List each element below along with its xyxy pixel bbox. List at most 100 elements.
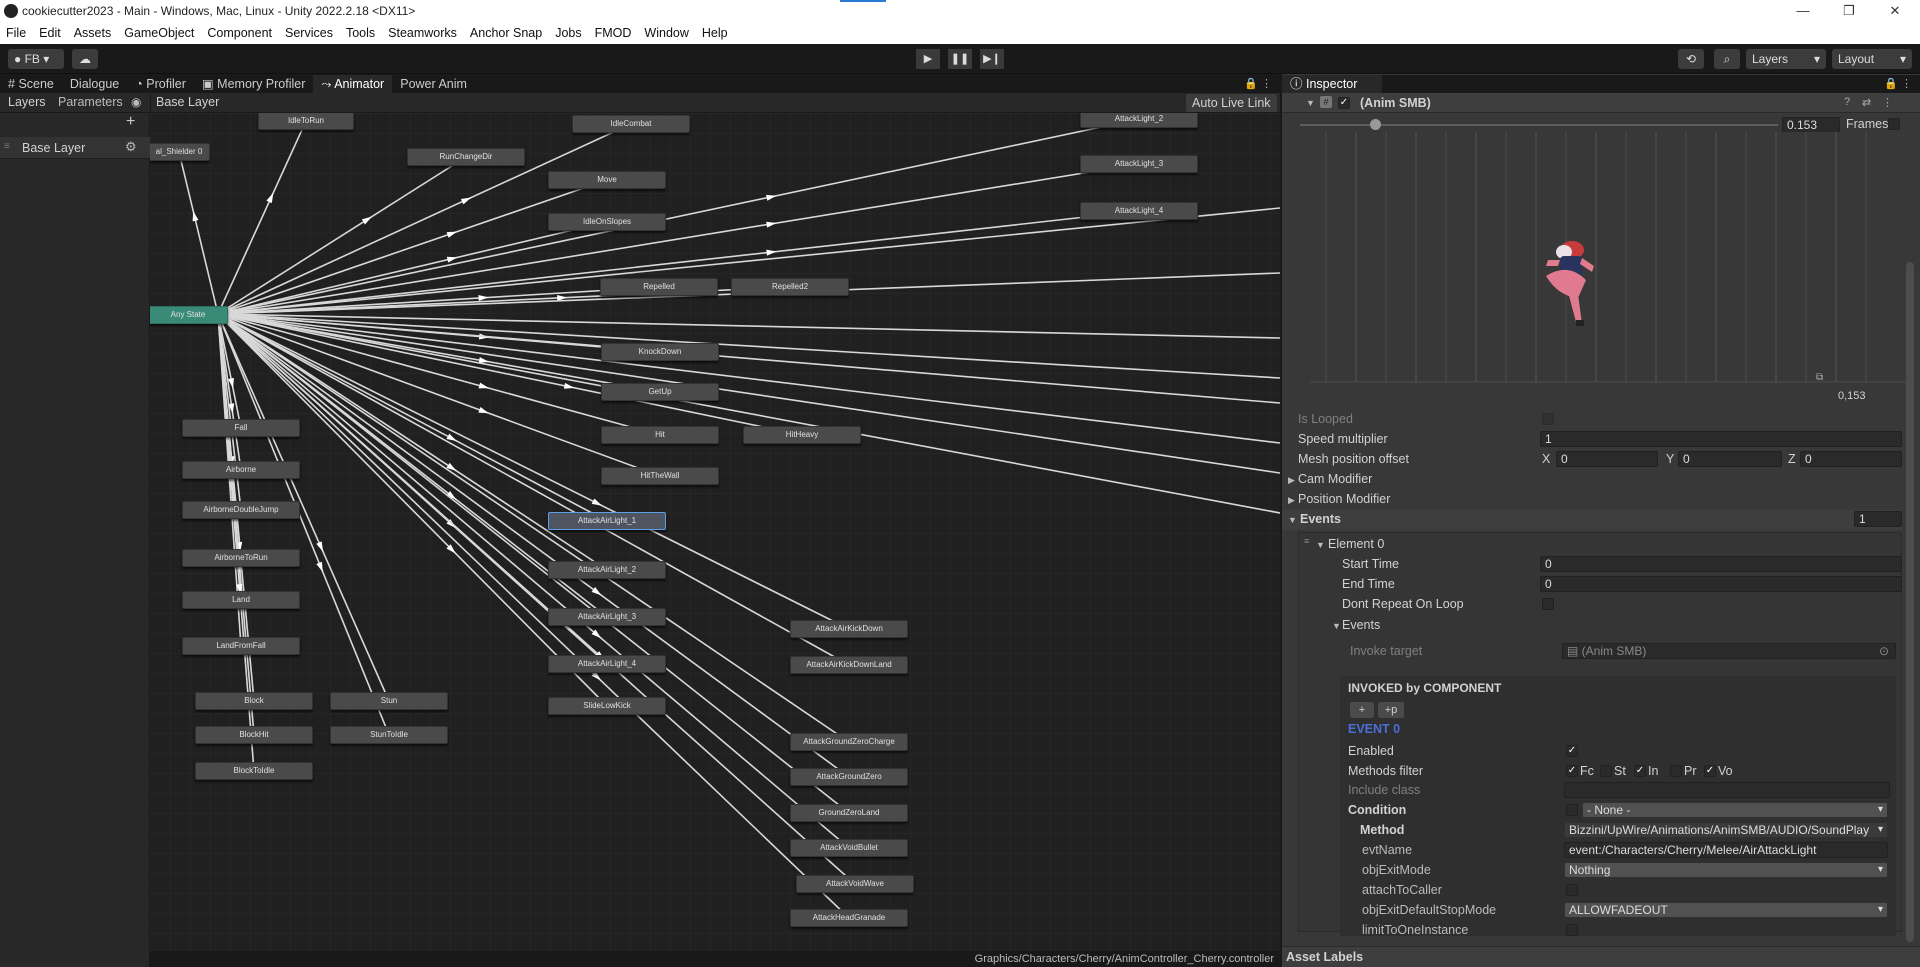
evtname-field[interactable]: event:/Characters/Cherry/Melee/AirAttack… bbox=[1564, 842, 1888, 858]
expand-icon[interactable]: ▶ bbox=[1288, 495, 1295, 506]
tab-parameters[interactable]: Parameters bbox=[58, 95, 123, 109]
transition-line[interactable] bbox=[217, 207, 1280, 315]
filter-in-checkbox[interactable]: ✓ bbox=[1634, 765, 1646, 777]
history-button[interactable]: ⟲ bbox=[1678, 49, 1704, 69]
transition-line[interactable] bbox=[217, 313, 661, 477]
breadcrumb[interactable]: Base Layer bbox=[156, 95, 219, 109]
add-persistent-button[interactable]: +p bbox=[1378, 702, 1404, 718]
menu-steamworks[interactable]: Steamworks bbox=[388, 26, 457, 40]
filter-vo-checkbox[interactable]: ✓ bbox=[1704, 765, 1716, 777]
state-node[interactable]: AttackAirLight_3 bbox=[548, 608, 666, 626]
state-node[interactable]: HitHeavy bbox=[743, 426, 861, 444]
tab-profiler[interactable]: ◔ Profiler bbox=[127, 75, 194, 93]
transition-line[interactable] bbox=[217, 313, 608, 571]
state-node[interactable]: Any State bbox=[150, 306, 228, 324]
transition-line[interactable] bbox=[217, 120, 307, 315]
tab-menu-icon[interactable]: 🔒 ⋮ bbox=[1244, 77, 1272, 90]
menu-services[interactable]: Services bbox=[285, 26, 333, 40]
state-node[interactable]: RunChangeDir bbox=[407, 148, 525, 166]
menu-file[interactable]: File bbox=[6, 26, 26, 40]
transition-line[interactable] bbox=[217, 313, 1280, 379]
filter-fc-checkbox[interactable]: ✓ bbox=[1566, 765, 1578, 777]
state-node[interactable]: StunToIdle bbox=[330, 726, 448, 744]
attachtocaller-checkbox[interactable] bbox=[1566, 884, 1578, 896]
pause-button[interactable]: ❚❚ bbox=[948, 49, 972, 69]
invoke-target-field[interactable]: ▤ (Anim SMB) ⊙ bbox=[1562, 643, 1896, 659]
tab-menu-icon[interactable]: 🔒 ⋮ bbox=[1884, 77, 1912, 90]
tab-animator[interactable]: ⤳ Animator bbox=[313, 75, 393, 93]
help-icon[interactable]: ? bbox=[1844, 96, 1850, 108]
more-icon[interactable]: ⋮ bbox=[1882, 96, 1893, 109]
asset-labels-bar[interactable]: Asset Labels bbox=[1282, 946, 1920, 967]
state-node[interactable]: AttackAirKickDown bbox=[790, 620, 908, 638]
search-button[interactable]: ⌕ bbox=[1714, 49, 1740, 69]
expand-icon[interactable]: ▶ bbox=[1288, 475, 1295, 486]
state-node[interactable]: HitTheWall bbox=[601, 467, 719, 485]
collapse-icon[interactable]: ▼ bbox=[1316, 540, 1325, 550]
filter-st-checkbox[interactable] bbox=[1600, 765, 1612, 777]
tab-power-anim[interactable]: Power Anim bbox=[392, 75, 475, 93]
events-header[interactable] bbox=[1282, 510, 1902, 530]
element-0-foldout[interactable]: Element 0 bbox=[1328, 537, 1384, 551]
drag-handle-icon[interactable]: ≡ bbox=[1304, 536, 1309, 546]
end-time-field[interactable]: 0 bbox=[1540, 576, 1902, 592]
menu-help[interactable]: Help bbox=[702, 26, 728, 40]
account-button[interactable]: ● FB ▾ bbox=[8, 49, 64, 69]
state-node[interactable]: Move bbox=[548, 171, 666, 189]
tab-inspector[interactable]: ⓘ Inspector bbox=[1282, 75, 1382, 93]
play-button[interactable]: ▶ bbox=[916, 49, 940, 69]
objexitdefaultstop-dropdown[interactable]: ALLOWFADEOUT bbox=[1564, 902, 1888, 918]
dont-repeat-checkbox[interactable] bbox=[1542, 598, 1554, 610]
transition-line[interactable] bbox=[217, 221, 608, 315]
menu-window[interactable]: Window bbox=[644, 26, 688, 40]
objexitmode-dropdown[interactable]: Nothing bbox=[1564, 862, 1888, 878]
state-node[interactable]: IdleOnSlopes bbox=[548, 213, 666, 231]
state-node[interactable]: Fall bbox=[182, 419, 300, 437]
state-node[interactable]: AttackAirLight_1 bbox=[548, 512, 666, 530]
menu-gameobject[interactable]: GameObject bbox=[124, 26, 194, 40]
preset-icon[interactable]: ⇄ bbox=[1862, 96, 1871, 109]
menu-component[interactable]: Component bbox=[207, 26, 272, 40]
cloud-button[interactable]: ☁ bbox=[72, 49, 98, 69]
collapse-icon[interactable]: ▼ bbox=[1306, 98, 1315, 108]
condition-dropdown[interactable]: - None - bbox=[1582, 802, 1888, 818]
method-dropdown[interactable]: Bizzini/UpWire/Animations/AnimSMB/AUDIO/… bbox=[1564, 822, 1888, 838]
mesh-y-field[interactable]: 0 bbox=[1678, 451, 1782, 467]
state-node[interactable]: BlockHit bbox=[195, 726, 313, 744]
eye-icon[interactable]: ◉ bbox=[131, 95, 141, 109]
tab-layers[interactable]: Layers bbox=[8, 95, 46, 109]
component-enabled-checkbox[interactable]: ✓ bbox=[1338, 97, 1350, 109]
events-count-field[interactable]: 1 bbox=[1854, 511, 1902, 527]
menu-tools[interactable]: Tools bbox=[346, 26, 375, 40]
tab-memory-profiler[interactable]: ▣ Memory Profiler bbox=[194, 75, 314, 93]
animation-preview[interactable]: ⧉ bbox=[1310, 132, 1910, 390]
state-node[interactable]: AttackHeadGranade bbox=[790, 909, 908, 927]
state-node[interactable]: AttackAirLight_4 bbox=[548, 655, 666, 673]
add-layer-button[interactable]: + bbox=[126, 113, 135, 131]
state-node[interactable]: AttackAirLight_2 bbox=[548, 561, 666, 579]
maximize-button[interactable]: ❐ bbox=[1826, 0, 1872, 22]
state-node[interactable]: Land bbox=[182, 591, 300, 609]
transition-line[interactable] bbox=[217, 313, 850, 666]
state-node[interactable]: AirborneToRun bbox=[182, 549, 300, 567]
minimize-button[interactable]: — bbox=[1780, 0, 1826, 22]
menu-anchor-snap[interactable]: Anchor Snap bbox=[470, 26, 542, 40]
limittooneinstance-checkbox[interactable] bbox=[1566, 924, 1578, 936]
gear-icon[interactable]: ⚙ bbox=[125, 139, 137, 155]
frames-checkbox[interactable] bbox=[1888, 118, 1900, 130]
state-node[interactable]: GetUp bbox=[601, 383, 719, 401]
collapse-icon[interactable]: ▼ bbox=[1332, 621, 1341, 631]
enabled-checkbox[interactable]: ✓ bbox=[1566, 745, 1578, 757]
events-sub-foldout[interactable]: Events bbox=[1342, 618, 1380, 632]
transition-line[interactable] bbox=[217, 313, 856, 885]
state-node[interactable]: AttackAirKickDownLand bbox=[790, 656, 908, 674]
state-node[interactable]: AttackVoidBullet bbox=[790, 839, 908, 857]
layer-item[interactable]: ≡ Base Layer ⚙ bbox=[0, 137, 150, 159]
animator-graph[interactable]: IdleToRun al_Shielder 0 IdleCombat RunChang… bbox=[150, 113, 1280, 951]
transition-line[interactable] bbox=[217, 313, 1280, 404]
transition-line[interactable] bbox=[178, 151, 219, 315]
state-node[interactable]: KnockDown bbox=[601, 343, 719, 361]
inspector-scrollbar[interactable] bbox=[1906, 262, 1914, 942]
state-node[interactable]: AttackLight_3 bbox=[1080, 155, 1198, 173]
tab-scene[interactable]: # Scene bbox=[0, 75, 62, 93]
